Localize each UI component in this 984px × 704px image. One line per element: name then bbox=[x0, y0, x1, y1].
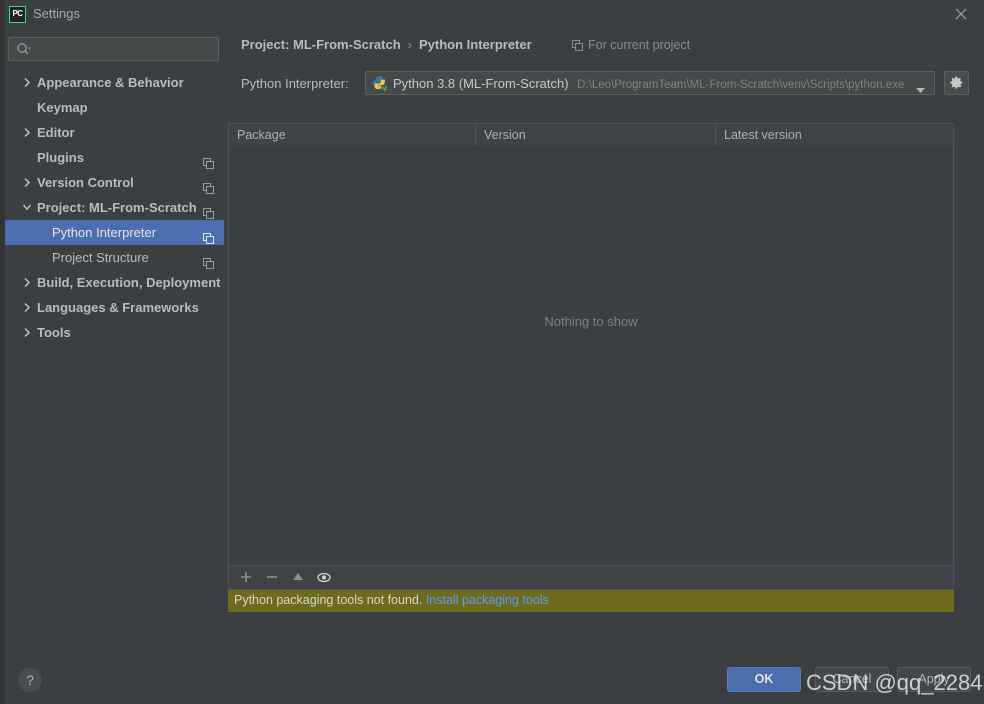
packages-toolbar bbox=[229, 565, 953, 589]
packages-table-body: Nothing to show bbox=[229, 146, 953, 568]
interpreter-combobox[interactable]: Python 3.8 (ML-From-Scratch) D:\Leo\Prog… bbox=[365, 71, 935, 95]
upgrade-package-button[interactable] bbox=[285, 566, 311, 589]
sidebar-item-version-control[interactable]: Version Control bbox=[5, 170, 224, 195]
sidebar-item-label: Tools bbox=[37, 325, 71, 340]
interpreter-name: Python 3.8 (ML-From-Scratch) D:\Leo\Prog… bbox=[393, 76, 905, 91]
install-packaging-tools-link[interactable]: Install packaging tools bbox=[426, 593, 549, 607]
chevron-down-icon[interactable] bbox=[22, 195, 32, 220]
pycharm-logo-icon: PC bbox=[9, 6, 26, 23]
sidebar-item-editor[interactable]: Editor bbox=[5, 120, 224, 145]
chevron-right-icon[interactable] bbox=[22, 320, 32, 345]
sidebar-item-build-execution-deployment[interactable]: Build, Execution, Deployment bbox=[5, 270, 224, 295]
sidebar-item-label: Languages & Frameworks bbox=[37, 300, 199, 315]
empty-state-text: Nothing to show bbox=[544, 314, 638, 329]
sidebar-item-label: Appearance & Behavior bbox=[37, 75, 184, 90]
packaging-tools-warning: Python packaging tools not found. Instal… bbox=[228, 590, 954, 612]
sidebar-item-label: Build, Execution, Deployment bbox=[37, 275, 221, 290]
sidebar-item-label: Keymap bbox=[37, 100, 88, 115]
sidebar-item-project-ml-from-scratch[interactable]: Project: ML-From-Scratch bbox=[5, 195, 224, 220]
sidebar-item-python-interpreter[interactable]: Python Interpreter bbox=[5, 220, 224, 245]
search-icon bbox=[16, 42, 32, 61]
sidebar-item-label: Project: ML-From-Scratch bbox=[37, 200, 197, 215]
chevron-down-icon[interactable] bbox=[915, 81, 926, 99]
help-button[interactable]: ? bbox=[18, 668, 42, 692]
chevron-right-icon[interactable] bbox=[22, 295, 32, 320]
close-icon[interactable] bbox=[938, 0, 984, 30]
column-header-version[interactable]: Version bbox=[475, 124, 715, 146]
sidebar-item-languages-frameworks[interactable]: Languages & Frameworks bbox=[5, 295, 224, 320]
settings-content-panel: Project: ML-From-Scratch › Python Interpre… bbox=[224, 30, 984, 644]
apply-button[interactable]: Apply bbox=[897, 667, 971, 692]
chevron-right-icon[interactable] bbox=[22, 70, 32, 95]
sidebar-item-keymap[interactable]: Keymap bbox=[5, 95, 224, 120]
packages-table-header: Package Version Latest version bbox=[229, 124, 953, 147]
column-header-latest-version[interactable]: Latest version bbox=[715, 124, 953, 146]
sidebar-item-label: Version Control bbox=[37, 175, 134, 190]
sidebar-item-label: Editor bbox=[37, 125, 75, 140]
show-early-releases-button[interactable] bbox=[311, 566, 337, 589]
for-current-project-text: For current project bbox=[588, 38, 691, 52]
chevron-right-icon[interactable] bbox=[22, 270, 32, 295]
python-venv-icon bbox=[371, 75, 388, 97]
ok-button[interactable]: OK bbox=[727, 667, 801, 692]
copy-icon bbox=[572, 40, 583, 54]
column-header-package[interactable]: Package bbox=[229, 124, 475, 146]
breadcrumb-current: Python Interpreter bbox=[418, 37, 532, 52]
chevron-right-icon[interactable] bbox=[22, 120, 32, 145]
settings-dialog: PC Settings Appearance & Behavior Keymap… bbox=[5, 0, 984, 704]
sidebar-item-label: Project Structure bbox=[52, 250, 149, 265]
breadcrumb-separator: › bbox=[407, 37, 412, 52]
for-current-project-label: For current project bbox=[572, 38, 690, 54]
packages-table: Package Version Latest version Nothing t… bbox=[228, 123, 954, 590]
remove-package-button[interactable] bbox=[259, 566, 285, 589]
sidebar-item-appearance-behavior[interactable]: Appearance & Behavior bbox=[5, 70, 224, 95]
add-package-button[interactable] bbox=[233, 566, 259, 589]
sidebar-item-project-structure[interactable]: Project Structure bbox=[5, 245, 224, 270]
search-field[interactable] bbox=[8, 37, 219, 61]
breadcrumb: Project: ML-From-Scratch › Python Interpre… bbox=[241, 37, 532, 52]
chevron-right-icon[interactable] bbox=[22, 170, 32, 195]
interpreter-label: Python Interpreter: bbox=[241, 76, 349, 91]
dialog-footer: ? OK Cancel Apply bbox=[5, 644, 984, 704]
settings-dialog-root: PC Settings Appearance & Behavior Keymap… bbox=[0, 0, 984, 704]
title-bar: PC Settings bbox=[5, 0, 984, 30]
sidebar-item-label: Python Interpreter bbox=[52, 225, 157, 240]
interpreter-settings-button[interactable] bbox=[944, 71, 969, 95]
sidebar-item-tools[interactable]: Tools bbox=[5, 320, 224, 345]
sidebar-item-label: Plugins bbox=[37, 150, 84, 165]
interpreter-path: D:\Leo\ProgramTeam\ML-From-Scratch\venv\… bbox=[577, 79, 905, 91]
settings-tree: Appearance & Behavior Keymap Editor Plugins… bbox=[5, 70, 224, 345]
sidebar-item-plugins[interactable]: Plugins bbox=[5, 145, 224, 170]
cancel-button[interactable]: Cancel bbox=[815, 667, 889, 692]
window-title: Settings bbox=[33, 6, 80, 21]
breadcrumb-parent[interactable]: Project: ML-From-Scratch bbox=[241, 37, 401, 52]
settings-sidebar: Appearance & Behavior Keymap Editor Plugins… bbox=[5, 30, 224, 644]
warning-text: Python packaging tools not found. bbox=[234, 593, 423, 607]
